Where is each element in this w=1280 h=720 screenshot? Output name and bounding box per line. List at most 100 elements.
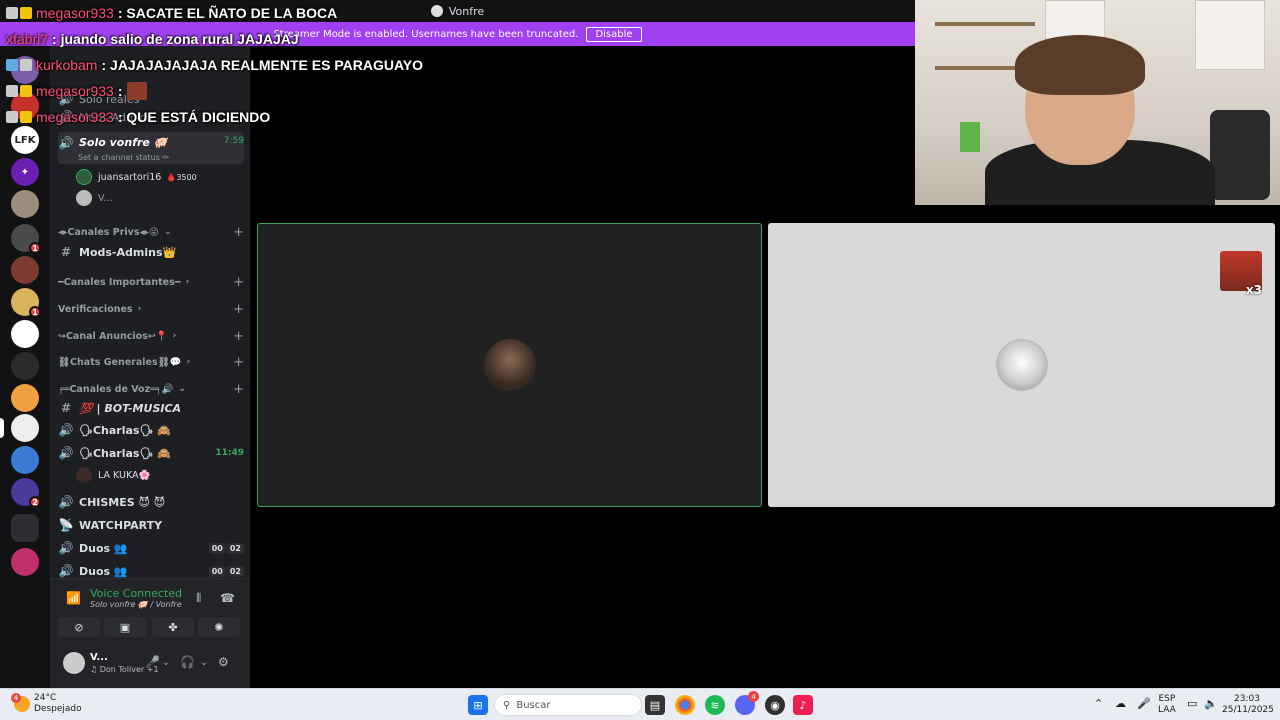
participant-tile[interactable]: x3 [768, 223, 1275, 507]
chrome-icon[interactable] [675, 695, 695, 715]
server-icon[interactable]: ✦ [11, 158, 39, 186]
user-name[interactable]: V... [90, 652, 108, 663]
sun-icon: 4 [11, 693, 30, 712]
voice-member[interactable]: juansartori16 🩸3500 [76, 167, 197, 187]
channel-duos[interactable]: 🔊 Duos 👥 00 02 [58, 537, 244, 559]
avatar [76, 190, 92, 206]
speaker-icon: 🔊 [58, 446, 74, 460]
channel-name: Duos 👥 [79, 564, 128, 578]
channel-chismes[interactable]: 🔊 CHISMES 😈 😈 [58, 491, 244, 513]
add-channel-icon[interactable]: + [233, 302, 244, 317]
server-icon[interactable] [11, 548, 39, 576]
server-folder[interactable] [11, 514, 39, 542]
channel-status[interactable]: Set a channel status ✏ [78, 153, 169, 162]
speaker-icon: 🔊 [58, 564, 74, 578]
window-titlebar: Vonfre [0, 0, 915, 22]
user-count: 00 [208, 565, 226, 577]
participant-tile-speaking[interactable] [257, 223, 762, 507]
activities-button[interactable]: ✤ [152, 617, 194, 637]
start-button[interactable]: ⊞ [468, 695, 488, 715]
microphone-icon[interactable]: 🎤 [1137, 698, 1151, 709]
avatar[interactable] [63, 652, 85, 674]
user-count: 00 [208, 542, 226, 554]
chevron-up-icon[interactable]: ⌃ [1094, 698, 1103, 709]
network-icon[interactable]: ☁ [1115, 698, 1126, 709]
weather-widget[interactable]: 4 24°C Despejado [11, 693, 82, 715]
gear-icon[interactable]: ⚙ [218, 655, 229, 669]
obs-icon[interactable]: ◉ [765, 695, 785, 715]
weather-desc: Despejado [34, 704, 82, 714]
server-icon[interactable]: LFK [11, 126, 39, 154]
server-icon[interactable] [11, 414, 39, 442]
noise-suppression-icon[interactable]: ⦀ [196, 591, 201, 606]
server-icon[interactable]: 1 [11, 224, 41, 254]
server-icon[interactable]: 1 [11, 288, 41, 318]
shelf [935, 22, 1035, 26]
notification-badge: 2 [29, 496, 41, 508]
server-icon[interactable] [11, 56, 39, 84]
add-channel-icon[interactable]: + [233, 329, 244, 344]
headphones-icon[interactable]: 🎧 [180, 655, 195, 669]
tiktok-icon[interactable]: ♪ [793, 695, 813, 715]
camera-off-button[interactable]: ⊘ [58, 617, 100, 637]
chevron-icon: ⌄ [163, 227, 172, 237]
discord-icon[interactable]: 4 [735, 691, 759, 715]
server-icon[interactable] [11, 320, 39, 348]
server-icon[interactable] [11, 256, 39, 284]
channel-mods-admins[interactable]: # Mods-Admins👑 [58, 241, 244, 263]
language-code: ESP [1158, 694, 1176, 704]
disconnect-icon[interactable]: ☎ [220, 591, 235, 605]
server-icon[interactable]: 2 [11, 478, 41, 508]
spotify-icon[interactable]: ≋ [705, 695, 725, 715]
server-icon[interactable] [11, 384, 39, 412]
voice-channel-path[interactable]: Solo vonfre 🐖 / Vonfre [90, 600, 182, 609]
microphone-icon[interactable]: 🎤 [145, 655, 160, 669]
channel-name: CHISMES 😈 😈 [79, 495, 166, 509]
screen-share-button[interactable]: ▣ [104, 617, 146, 637]
server-icon[interactable] [11, 446, 39, 474]
server-icon[interactable] [11, 92, 39, 120]
channel-bot-musica[interactable]: # 💯 | BOT-MUSICA [58, 397, 244, 419]
add-channel-icon[interactable]: + [233, 382, 244, 397]
add-channel-icon[interactable]: + [233, 225, 244, 240]
selected-server-indicator [0, 418, 4, 438]
add-channel-icon[interactable]: + [233, 275, 244, 290]
display-icon[interactable]: ▭ [1187, 698, 1197, 709]
hash-icon: # [60, 401, 72, 415]
category-canales-de-voz[interactable]: ╒═Canales de Voz═╕🔊 ⌄ + [58, 381, 244, 397]
volume-icon[interactable]: 🔈 [1204, 698, 1218, 709]
chevron-down-icon[interactable]: ⌄ [200, 658, 208, 668]
channel-solo-reales[interactable]: 🔊 Solo reales [58, 88, 244, 110]
member-extra: 🩸3500 [166, 172, 197, 182]
chevron-down-icon[interactable]: ⌄ [162, 658, 170, 668]
disable-streamer-mode-button[interactable]: Disable [586, 26, 642, 42]
server-icon[interactable] [11, 352, 39, 380]
channel-mods-admins-voice[interactable]: 🔊 Mods-Admins [58, 109, 244, 125]
category-canales-importantes[interactable]: ━Canales Importantes━ › + [58, 274, 244, 290]
poster [1195, 0, 1265, 70]
file-explorer-icon[interactable]: ▤ [645, 695, 665, 715]
taskbar-search[interactable]: ⚲ Buscar [494, 694, 642, 716]
channel-watchparty[interactable]: 📡 WATCHPARTY [58, 514, 244, 536]
language-indicator[interactable]: ESP LAA [1158, 694, 1176, 716]
soundboard-button[interactable]: ✺ [198, 617, 240, 637]
channel-charlas[interactable]: 🔊 🗣Charlas🗣 🙈 [58, 419, 244, 441]
signal-icon[interactable]: 📶 [66, 591, 81, 605]
chair [1210, 110, 1270, 200]
channel-charlas-active[interactable]: 🔊 🗣Charlas🗣 🙈 11:49 [58, 442, 244, 464]
category-canales-privs[interactable]: ◂▸Canales Privs◂▸😜 ⌄ + [58, 224, 244, 240]
clock[interactable]: 23:03 25/11/2025 [1222, 694, 1274, 716]
chevron-icon: › [137, 304, 142, 314]
windows-taskbar: 4 24°C Despejado ⊞ ⚲ Buscar ▤ ≋ 4 ◉ ♪ ⌃ … [0, 688, 1280, 720]
voice-connected-label[interactable]: Voice Connected [90, 587, 182, 600]
user-panel: V... ♫ Don Toliver +1 🎤 ⌄ 🎧 ⌄ ⚙ [50, 640, 250, 688]
server-icon[interactable] [11, 190, 39, 218]
category-chats-generales[interactable]: ⛓Chats Generales⛓💬 › + [58, 354, 244, 370]
voice-member[interactable]: V... [76, 188, 112, 208]
category-verificaciones[interactable]: Verificaciones › + [58, 301, 244, 317]
voice-member[interactable]: LA KUKA🌸 [76, 465, 150, 485]
channel-name: 🗣Charlas🗣 🙈 [79, 446, 171, 460]
add-channel-icon[interactable]: + [233, 355, 244, 370]
category-canal-anuncios[interactable]: ↪Canal Anuncios↩📍 › + [58, 328, 244, 344]
channel-name: Mods-Admins [79, 110, 153, 124]
